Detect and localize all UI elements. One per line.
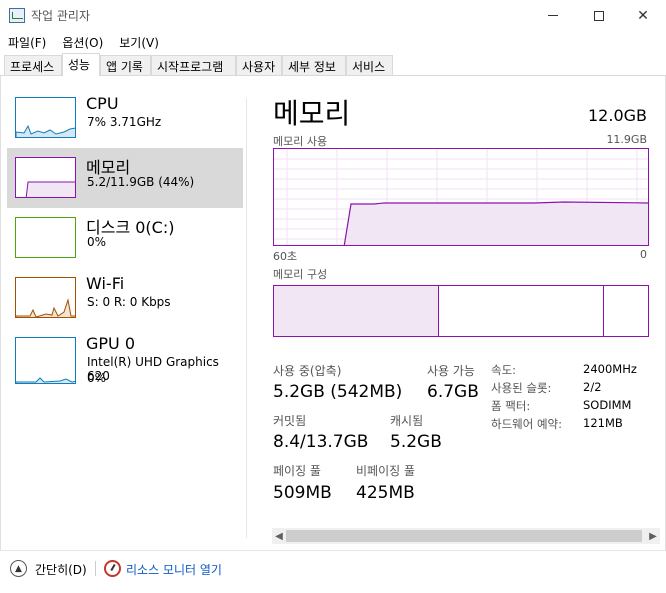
disk-thumbnail-graph [15, 217, 76, 258]
sidebar-item-subtext: 7% 3.71GHz [87, 115, 162, 129]
horizontal-scrollbar[interactable]: ◀ ▶ [272, 528, 660, 544]
sidebar-item-name: Wi-Fi [86, 274, 125, 293]
usage-graph-time-right: 0 [640, 248, 647, 261]
composition-standby-boundary [603, 286, 604, 336]
menu-view[interactable]: 보기(V) [111, 34, 167, 51]
title-bar: 작업 관리자 ✕ [0, 0, 666, 31]
memory-composition-bar [273, 285, 649, 337]
hardware-reserved-label: 하드웨어 예약: [491, 417, 563, 431]
form-factor-label: 폼 팩터: [491, 399, 531, 413]
cached-value: 5.2GB [390, 432, 442, 452]
gpu-thumbnail-graph [15, 337, 76, 384]
minimize-icon [548, 15, 558, 16]
sidebar-item-subtext-2: 0% [87, 371, 107, 385]
sidebar-item-wifi[interactable]: Wi-Fi S: 0 R: 0 Kbps [7, 268, 243, 328]
footer: ▲ 간단히(D) 리소스 모니터 열기 [0, 550, 666, 593]
tab-services[interactable]: 서비스 [346, 55, 393, 75]
page-title: 메모리 [273, 97, 351, 130]
usage-graph-max: 11.9GB [606, 133, 647, 146]
tab-strip: 프로세스 성능 앱 기록 시작프로그램 사용자 세부 정보 서비스 [0, 53, 666, 77]
speed-label: 속도: [491, 363, 517, 377]
hardware-reserved-value: 121MB [583, 416, 623, 430]
footer-separator [95, 561, 96, 576]
tab-processes[interactable]: 프로세스 [4, 55, 62, 75]
cpu-thumbnail-graph [15, 97, 76, 138]
composition-label: 메모리 구성 [273, 268, 328, 281]
sidebar-item-cpu[interactable]: CPU 7% 3.71GHz [7, 88, 243, 148]
form-factor-value: SODIMM [583, 398, 632, 412]
in-use-label: 사용 중(압축) [273, 364, 342, 378]
sidebar-item-memory[interactable]: 메모리 5.2/11.9GB (44%) [7, 148, 243, 208]
wifi-thumbnail-graph [15, 277, 76, 318]
speed-value: 2400MHz [583, 362, 637, 376]
sidebar-item-name: CPU [86, 94, 119, 113]
sidebar-item-subtext: Intel(R) UHD Graphics 620 [87, 355, 219, 383]
usage-graph-svg [274, 149, 648, 245]
tab-users[interactable]: 사용자 [236, 55, 282, 75]
paged-pool-value: 509MB [273, 483, 332, 503]
memory-thumbnail-graph [15, 157, 76, 198]
cached-label: 캐시됨 [390, 414, 424, 428]
gpu-mini-chart [16, 377, 75, 383]
chevron-up-icon[interactable]: ▲ [10, 560, 27, 577]
composition-in-use [274, 286, 439, 336]
menu-options[interactable]: 옵션(O) [54, 34, 111, 51]
tab-startup[interactable]: 시작프로그램 [151, 55, 236, 75]
close-icon: ✕ [637, 7, 649, 24]
menu-bar: 파일(F) 옵션(O) 보기(V) [0, 31, 666, 53]
scroll-right-icon[interactable]: ▶ [646, 528, 660, 544]
maximize-button[interactable] [576, 0, 622, 31]
scroll-left-icon[interactable]: ◀ [272, 528, 286, 544]
nonpaged-pool-label: 비페이징 풀 [356, 464, 416, 478]
nonpaged-pool-value: 425MB [356, 483, 415, 503]
performance-panel: CPU 7% 3.71GHz 메모리 5.2/11.9GB (44%) 디스크 … [0, 76, 666, 550]
sidebar-item-name: GPU 0 [86, 334, 136, 353]
sidebar-item-subtext: S: 0 R: 0 Kbps [87, 295, 171, 309]
committed-label: 커밋됨 [273, 414, 307, 428]
paged-pool-label: 페이징 풀 [273, 464, 321, 478]
committed-value: 8.4/13.7GB [273, 432, 369, 452]
slots-used-label: 사용된 슬롯: [491, 381, 552, 395]
panel-divider [246, 98, 247, 538]
available-label: 사용 가능 [427, 364, 475, 378]
maximize-icon [594, 10, 604, 21]
memory-total: 12.0GB [588, 106, 647, 125]
in-use-value: 5.2GB (542MB) [273, 382, 403, 402]
resource-monitor-icon [104, 560, 121, 577]
minimize-button[interactable] [530, 0, 576, 31]
memory-mini-chart [25, 181, 75, 197]
sidebar-item-subtext: 0% [87, 235, 107, 249]
usage-graph-label: 메모리 사용 [273, 135, 328, 148]
open-resource-monitor-link[interactable]: 리소스 모니터 열기 [126, 561, 222, 578]
fewer-details-button[interactable]: 간단히(D) [35, 561, 87, 578]
wifi-mini-chart [16, 298, 75, 317]
window-title: 작업 관리자 [31, 9, 91, 23]
menu-file[interactable]: 파일(F) [0, 34, 54, 51]
scrollbar-thumb[interactable] [286, 530, 642, 542]
sidebar-item-disk[interactable]: 디스크 0(C:) 0% [7, 208, 243, 268]
tab-details[interactable]: 세부 정보 [282, 55, 346, 75]
task-manager-icon [9, 8, 25, 23]
sidebar-item-subtext: 5.2/11.9GB (44%) [87, 175, 195, 189]
cpu-mini-chart [16, 124, 75, 137]
tab-app-history[interactable]: 앱 기록 [100, 55, 151, 75]
close-button[interactable]: ✕ [620, 0, 666, 31]
usage-graph-time-left: 60초 [273, 250, 298, 263]
tab-performance[interactable]: 성능 [62, 53, 100, 77]
slots-used-value: 2/2 [583, 380, 602, 394]
available-value: 6.7GB [427, 382, 479, 402]
sidebar-item-gpu[interactable]: GPU 0 Intel(R) UHD Graphics 620 0% [7, 328, 243, 392]
memory-usage-graph [273, 148, 649, 246]
